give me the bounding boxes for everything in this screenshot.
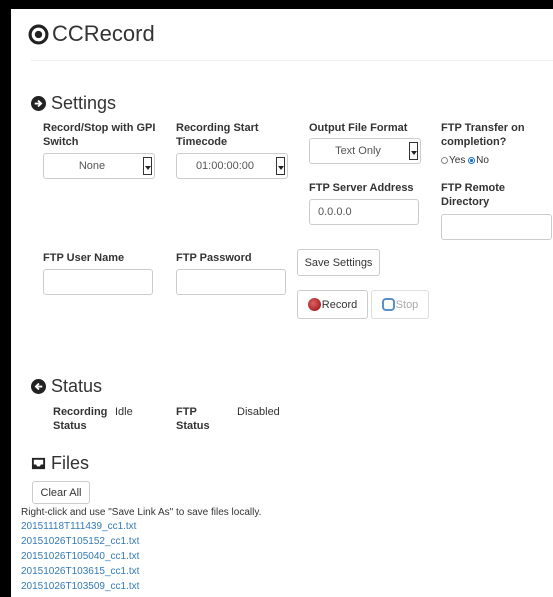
ftp-server-input[interactable]: 0.0.0.0 — [309, 199, 419, 225]
dropdown-arrow-icon — [143, 157, 152, 175]
ftp-status-label: FTP Status — [176, 406, 210, 432]
files-hint: Right-click and use "Save Link As" to sa… — [21, 507, 262, 518]
ftp-transfer-no-label: No — [476, 155, 489, 166]
record-button-label: Record — [321, 298, 358, 311]
ftp-dir-label: FTP Remote Directory — [441, 182, 505, 208]
format-select[interactable]: Text Only — [309, 138, 421, 164]
ftp-server-label: FTP Server Address — [309, 182, 414, 194]
ftp-server-value: 0.0.0.0 — [318, 206, 352, 218]
stop-button-label: Stop — [395, 298, 419, 311]
inbox-icon — [31, 457, 46, 470]
recording-status-value: Idle — [115, 406, 133, 418]
ftp-pass-label: FTP Password — [176, 252, 252, 264]
record-button[interactable]: Record — [297, 290, 368, 319]
record-dot-icon — [307, 298, 321, 311]
ftp-transfer-radios: Yes No — [441, 154, 489, 168]
stop-button[interactable]: Stop — [371, 290, 429, 319]
file-link[interactable]: 20151026T105040_cc1.txt — [21, 550, 139, 563]
timecode-select[interactable]: 01:00:00:00 — [176, 153, 288, 179]
header-divider — [31, 60, 553, 61]
record-circle-icon — [28, 24, 49, 44]
gpi-select-value: None — [78, 160, 106, 172]
app-title: CCRecord — [52, 21, 155, 46]
ftp-pass-input[interactable] — [176, 269, 286, 295]
file-link[interactable]: 20151026T103615_cc1.txt — [21, 565, 139, 578]
ftp-transfer-no-radio[interactable] — [468, 157, 476, 164]
ftp-status-value: Disabled — [237, 406, 280, 418]
dropdown-arrow-icon — [409, 142, 418, 160]
ftp-dir-input[interactable] — [441, 214, 552, 240]
ftp-user-label: FTP User Name — [43, 252, 125, 264]
recording-status-label: Recording Status — [53, 406, 108, 432]
status-heading: Status — [31, 376, 102, 397]
ftp-user-input[interactable] — [43, 269, 153, 295]
format-select-value: Text Only — [335, 145, 381, 157]
file-link[interactable]: 20151026T103509_cc1.txt — [21, 580, 139, 593]
clear-all-button[interactable]: Clear All — [32, 481, 90, 504]
files-title: Files — [51, 453, 90, 473]
file-link[interactable]: 20151118T111439_cc1.txt — [21, 520, 136, 533]
page: CCRecord Settings Record/Stop with GPI S… — [11, 9, 553, 597]
arrow-circle-left-icon — [31, 379, 46, 394]
files-heading: Files — [31, 453, 89, 474]
dropdown-arrow-icon — [276, 157, 285, 175]
status-title: Status — [51, 376, 103, 396]
ftp-transfer-yes-radio[interactable] — [441, 157, 448, 164]
save-settings-button[interactable]: Save Settings — [297, 249, 380, 276]
stop-square-icon — [381, 298, 395, 311]
ftp-transfer-label: FTP Transfer on completion? — [441, 122, 525, 148]
format-label: Output File Format — [309, 122, 408, 134]
gpi-label: Record/Stop with GPI Switch — [43, 122, 156, 148]
timecode-label: Recording Start Timecode — [176, 122, 259, 148]
settings-title: Settings — [51, 93, 117, 113]
timecode-select-value: 01:00:00:00 — [195, 160, 255, 172]
arrow-circle-right-icon — [31, 96, 46, 111]
ftp-transfer-yes-label: Yes — [449, 155, 466, 166]
settings-heading: Settings — [31, 93, 116, 114]
app-brand: CCRecord — [28, 21, 155, 47]
gpi-select[interactable]: None — [43, 153, 155, 179]
file-link[interactable]: 20151026T105152_cc1.txt — [21, 535, 139, 548]
